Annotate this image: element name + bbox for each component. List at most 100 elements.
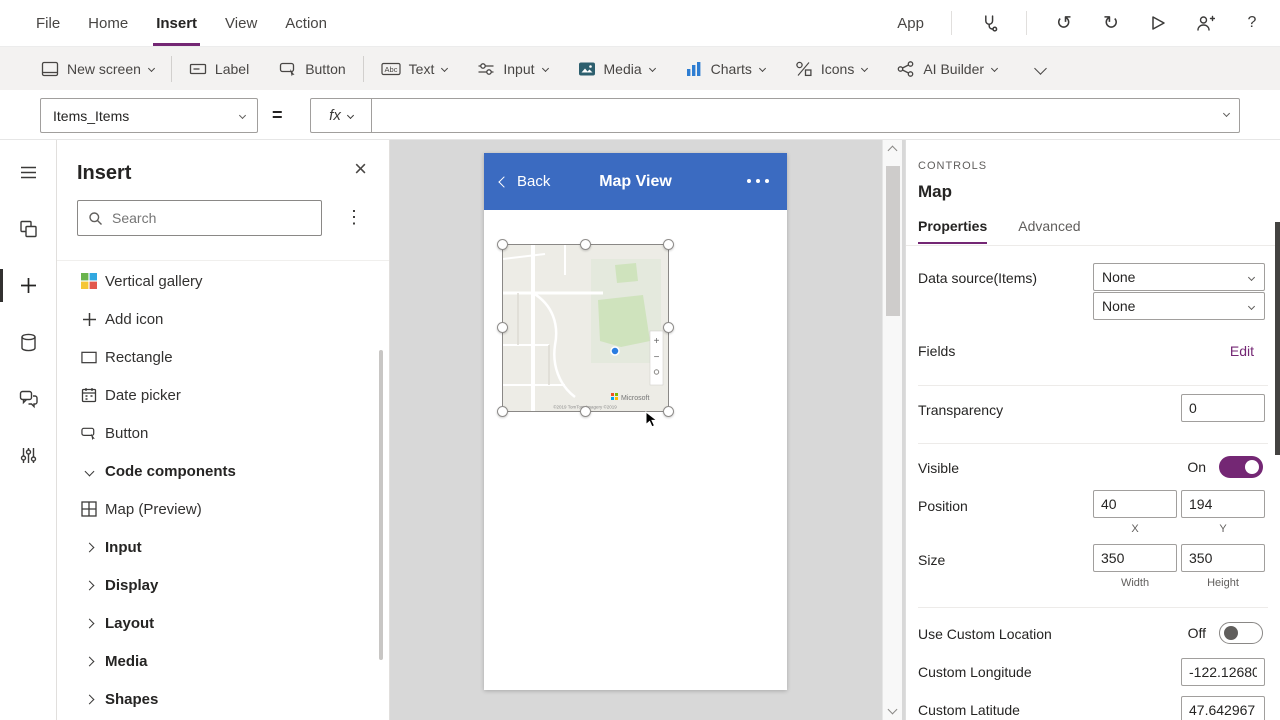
undo-icon[interactable]: ↺ [1054,13,1074,33]
tree-view-icon[interactable] [18,218,39,239]
comments-icon[interactable] [18,388,39,409]
transparency-input[interactable] [1181,394,1265,422]
insert-plus-icon[interactable] [18,275,39,296]
custom-location-toggle[interactable] [1219,622,1263,644]
ribbon-charts[interactable]: Charts [670,47,780,90]
properties-scrollbar-thumb[interactable] [1275,222,1280,455]
insert-item-map-preview[interactable]: Map (Preview) [57,490,389,528]
custom-latitude-input[interactable] [1181,696,1265,720]
ribbon-new-screen[interactable]: New screen [26,47,169,90]
equals-sign: = [272,90,283,140]
ribbon-divider [171,56,172,82]
insert-group-shapes[interactable]: Shapes [57,680,389,718]
chevron-right-icon [81,615,97,631]
help-icon[interactable]: ? [1242,13,1262,33]
fields-label: Fields [918,343,955,359]
menu-view[interactable]: View [211,0,271,46]
scroll-down-icon[interactable] [888,705,898,715]
ai-builder-icon [897,61,915,77]
insert-group-code-components[interactable]: Code components [57,452,389,490]
ribbon-button[interactable]: Button [264,47,360,90]
ribbon-text[interactable]: Abc Text [366,47,463,90]
menu-home[interactable]: Home [74,0,142,46]
resize-handle-ne[interactable] [663,239,674,250]
property-selector[interactable]: Items_Items [40,98,258,133]
ribbon-label[interactable]: Label [174,47,264,90]
section-divider [918,443,1268,444]
resize-handle-nw[interactable] [497,239,508,250]
visible-toggle[interactable] [1219,456,1263,478]
size-height-input[interactable] [1181,544,1265,572]
charts-icon [685,61,703,77]
insert-list: Vertical gallery Add icon Rectangle Date… [57,262,389,718]
section-divider [918,385,1268,386]
data-source-dropdown-1[interactable]: None [1093,263,1265,291]
visible-label: Visible [918,460,959,476]
insert-group-label: Media [105,653,148,670]
resize-handle-se[interactable] [663,406,674,417]
data-source-dropdown-2[interactable]: None [1093,292,1265,320]
more-dots-icon[interactable] [747,179,769,183]
ribbon-media[interactable]: Media [563,47,670,90]
insert-group-label: Display [105,577,158,594]
fields-edit-link[interactable]: Edit [1230,343,1254,359]
size-width-input[interactable] [1093,544,1177,572]
resize-handle-s[interactable] [580,406,591,417]
map-control[interactable]: + − Microsoft ©2019 TomTom Imagery ©2019 [503,245,668,411]
insert-panel-scrollbar[interactable] [379,350,383,660]
menu-action[interactable]: Action [271,0,341,46]
custom-longitude-input[interactable] [1181,658,1265,686]
insert-item-add-icon[interactable]: Add icon [57,300,389,338]
canvas-scrollbar-thumb[interactable] [886,166,900,316]
canvas-area[interactable]: Back Map View [390,140,905,720]
position-y-input[interactable] [1181,490,1265,518]
menu-insert[interactable]: Insert [142,0,211,46]
insert-item-button[interactable]: Button [57,414,389,452]
insert-item-date-picker[interactable]: Date picker [57,376,389,414]
custom-location-state-label: Off [1188,625,1206,641]
resize-handle-e[interactable] [663,322,674,333]
insert-item-vertical-gallery[interactable]: Vertical gallery [57,262,389,300]
close-icon[interactable]: × [354,158,367,180]
ribbon-input[interactable]: Input [462,47,562,90]
search-input[interactable] [112,210,311,226]
insert-item-label: Rectangle [105,349,173,366]
play-icon[interactable] [1148,13,1168,33]
ribbon-new-screen-label: New screen [67,61,141,77]
position-x-input[interactable] [1093,490,1177,518]
size-label: Size [918,552,945,568]
insert-group-media[interactable]: Media [57,642,389,680]
app-screen-canvas[interactable]: Back Map View [484,153,787,690]
map-image: + − Microsoft ©2019 TomTom Imagery ©2019 [503,245,668,411]
search-box[interactable] [77,200,322,236]
resize-handle-n[interactable] [580,239,591,250]
tab-advanced[interactable]: Advanced [1018,212,1080,246]
insert-panel: Insert × ⋮ Vertical gallery Add icon [57,140,390,720]
hamburger-menu-icon[interactable] [18,162,39,183]
resize-handle-w[interactable] [497,322,508,333]
scroll-up-icon[interactable] [888,146,898,156]
formula-input[interactable] [372,98,1240,133]
resize-handle-sw[interactable] [497,406,508,417]
more-options-icon[interactable]: ⋮ [345,207,363,228]
fx-button[interactable]: fx [310,98,372,133]
ribbon-ai-builder[interactable]: AI Builder [882,47,1012,90]
text-icon: Abc [381,61,401,77]
insert-group-layout[interactable]: Layout [57,604,389,642]
data-sources-icon[interactable] [18,332,39,353]
advanced-tools-icon[interactable] [18,445,39,466]
location-dot [611,347,619,355]
canvas-scrollbar[interactable] [882,140,902,720]
insert-item-rectangle[interactable]: Rectangle [57,338,389,376]
insert-group-input[interactable]: Input [57,528,389,566]
add-person-icon[interactable] [1195,13,1215,33]
insert-group-display[interactable]: Display [57,566,389,604]
ribbon-icons[interactable]: Icons [780,47,882,90]
insert-group-label: Layout [105,615,154,632]
menu-file[interactable]: File [22,0,74,46]
ribbon-overflow-button[interactable] [1036,60,1045,78]
tab-properties[interactable]: Properties [918,212,987,246]
redo-icon[interactable]: ↻ [1101,13,1121,33]
app-checker-icon[interactable] [979,13,999,33]
chevron-right-icon [81,577,97,593]
